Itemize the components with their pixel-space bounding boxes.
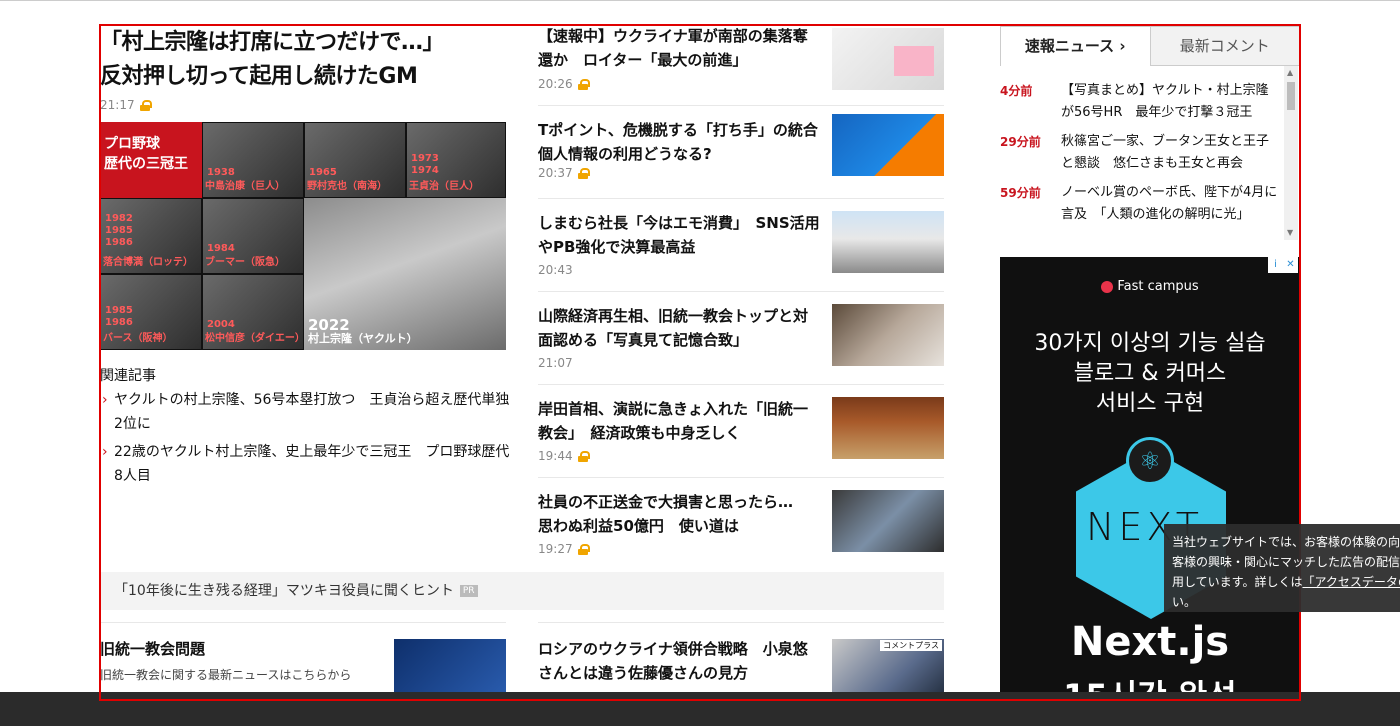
related-link[interactable]: 22歳のヤクルト村上宗隆、史上最年少で三冠王 プロ野球歴代8人目: [100, 440, 510, 488]
news-thumbnail[interactable]: [832, 490, 944, 552]
news-thumbnail[interactable]: [832, 211, 944, 273]
news-title[interactable]: 【速報中】ウクライナ軍が南部の集落奪還か ロイター「最大の前進」: [538, 24, 822, 72]
sidebar-tabs: 速報ニュース › 最新コメント: [1000, 26, 1300, 66]
feed-scrollbar[interactable]: ▲ ▼: [1284, 66, 1298, 240]
news-time-row: 19:44: [538, 449, 590, 463]
topic-card[interactable]: 旧統一教会問題 旧統一教会に関する最新ニュースはこちらから: [100, 622, 506, 701]
pr-text[interactable]: 「10年後に生き残る経理」マツキヨ役員に聞くヒント: [114, 583, 454, 599]
feed-item[interactable]: 29分前 秋篠宮ご一家、ブータン王女と王子と懇談 悠仁さまも王女と再会: [1000, 117, 1300, 171]
lead-image[interactable]: プロ野球 歴代の三冠王 1938 中島治康（巨人） 1965 野村克也（南海） …: [100, 122, 506, 350]
chevron-right-icon: ›: [1119, 37, 1126, 55]
brand-logo-icon: [1101, 280, 1114, 293]
lock-icon: [577, 543, 590, 555]
comment-plus-tag: コメントプラス: [880, 640, 942, 651]
news-title[interactable]: しまむら社長「今はエモ消費」 SNS活用やPB強化で決算最高益: [538, 211, 822, 259]
featured-player: 2022 村上宗隆（ヤクルト）: [304, 198, 506, 350]
related-articles: 関連記事 ヤクルトの村上宗隆、56号本塁打放つ 王貞治ら超え歴代単独2位に 22…: [100, 366, 510, 492]
lock-icon: [577, 167, 590, 179]
news-thumbnail[interactable]: [832, 304, 944, 366]
news-item[interactable]: 社員の不正送金で大損害と思ったら… 思わぬ利益50億円 使い道は 19:27: [538, 490, 944, 570]
player-cell: 1938 中島治康（巨人）: [202, 122, 304, 198]
bottom-bar: [0, 692, 1400, 726]
ad-headline: 30가지 이상의 기능 실습 블로그 & 커머스 서비스 구현: [1034, 331, 1266, 416]
news-thumbnail[interactable]: [832, 397, 944, 459]
player-cell: 1982 1985 1986 落合博満（ロッテ）: [100, 198, 202, 274]
player-cell: 1973 1974 王貞治（巨人）: [406, 122, 506, 198]
lead-image-banner: プロ野球 歴代の三冠王: [100, 122, 202, 198]
player-cell: 1984 ブーマー（阪急）: [202, 198, 304, 274]
news-item[interactable]: ロシアのウクライナ領併合戦略 小泉悠さんとは違う佐藤優さんの見方 コメントプラス: [538, 622, 944, 701]
news-list: 【速報中】ウクライナ軍が南部の集落奪還か ロイター「最大の前進」 20:26 T…: [538, 24, 944, 570]
player-cell: 2004 松中信彦（ダイエー）: [202, 274, 305, 350]
lead-title-line2[interactable]: 反対押し切って起用し続けたGM: [100, 60, 510, 94]
scroll-up-icon[interactable]: ▲: [1287, 68, 1293, 78]
news-thumbnail[interactable]: [832, 114, 944, 176]
player-cell: 1965 野村克也（南海）: [304, 122, 406, 198]
feed-time: 59分前: [1000, 186, 1041, 200]
lead-story[interactable]: 「村上宗隆は打席に立つだけで…」 反対押し切って起用し続けたGM 21:17: [100, 26, 510, 112]
access-data-link[interactable]: 「アクセスデータの: [1302, 575, 1400, 589]
news-title[interactable]: 社員の不正送金で大損害と思ったら… 思わぬ利益50億円 使い道は: [538, 490, 822, 538]
related-link[interactable]: ヤクルトの村上宗隆、56号本塁打放つ 王貞治ら超え歴代単独2位に: [100, 388, 510, 436]
feed-text[interactable]: ノーベル賞のペーボ氏、陛下が4月に言及 「人類の進化の解明に光」: [1061, 182, 1281, 226]
news-item[interactable]: 岸田首相、演説に急きょ入れた「旧統一教会」 経済政策も中身乏しく 19:44: [538, 397, 944, 478]
lead-title-line1[interactable]: 「村上宗隆は打席に立つだけで…」: [100, 26, 510, 60]
news-time-row: 20:43: [538, 263, 573, 277]
news-time-row: 20:26: [538, 77, 590, 91]
lock-icon: [577, 450, 590, 462]
feed-item[interactable]: 4分前 【写真まとめ】ヤクルト・村上宗隆が56号HR 最年少で打撃３冠王: [1000, 66, 1300, 120]
scroll-down-icon[interactable]: ▼: [1287, 228, 1293, 238]
ad-choices[interactable]: i ✕: [1268, 257, 1298, 273]
news-title[interactable]: 岸田首相、演説に急きょ入れた「旧統一教会」 経済政策も中身乏しく: [538, 397, 822, 445]
top-divider: [0, 0, 1400, 1]
news-thumbnail[interactable]: [832, 28, 944, 90]
tab-breaking-news[interactable]: 速報ニュース ›: [1000, 26, 1151, 66]
player-cell: 1985 1986 バース（阪神）: [100, 274, 202, 350]
news-item[interactable]: Tポイント、危機脱する「打ち手」の統合 個人情報の利用どうなる? 20:37: [538, 114, 944, 199]
feed-time: 4分前: [1000, 84, 1033, 98]
lead-title[interactable]: 「村上宗隆は打席に立つだけで…」 反対押し切って起用し続けたGM: [100, 26, 510, 94]
feed-time: 29分前: [1000, 135, 1041, 149]
news-title[interactable]: ロシアのウクライナ領併合戦略 小泉悠さんとは違う佐藤優さんの見方: [538, 637, 822, 685]
news-item[interactable]: しまむら社長「今はエモ消費」 SNS活用やPB強化で決算最高益 20:43: [538, 211, 944, 292]
advertisement[interactable]: Fast campus 30가지 이상의 기능 실습 블로그 & 커머스 서비스…: [1000, 257, 1300, 697]
feed-item[interactable]: 59分前 ノーベル賞のペーボ氏、陛下が4月に言及 「人類の進化の解明に光」: [1000, 168, 1300, 222]
lock-icon: [577, 78, 590, 90]
news-item[interactable]: 【速報中】ウクライナ軍が南部の集落奪還か ロイター「最大の前進」 20:26: [538, 24, 944, 106]
close-icon[interactable]: ✕: [1283, 257, 1298, 273]
lock-icon: [139, 99, 152, 111]
pr-link[interactable]: 「10年後に生き残る経理」マツキヨ役員に聞くヒント PR: [100, 572, 944, 610]
related-heading: 関連記事: [100, 368, 156, 384]
react-icon: ⚛: [1126, 437, 1174, 485]
cookie-notice-tooltip: 当社ウェブサイトでは、お客様の体験の向上 客様の興味・関心にマッチした広告の配信…: [1164, 524, 1400, 612]
tab-latest-comments[interactable]: 最新コメント: [1150, 26, 1300, 66]
news-title[interactable]: 山際経済再生相、旧統一教会トップと対面認める「写真見て記憶合致」: [538, 304, 822, 352]
pr-badge: PR: [459, 585, 478, 597]
news-item[interactable]: 山際経済再生相、旧統一教会トップと対面認める「写真見て記憶合致」 21:07: [538, 304, 944, 385]
lead-time: 21:17: [100, 98, 135, 112]
ad-brand: Fast campus: [1000, 279, 1300, 294]
scrollbar-thumb[interactable]: [1287, 82, 1295, 110]
news-time-row: 20:37: [538, 166, 590, 180]
ad-title: Next.js: [1070, 619, 1230, 665]
info-icon[interactable]: i: [1268, 257, 1283, 273]
lead-time-row: 21:17: [100, 98, 510, 112]
breaking-news-feed: 4分前 【写真まとめ】ヤクルト・村上宗隆が56号HR 最年少で打撃３冠王 29分…: [1000, 66, 1300, 240]
news-title[interactable]: Tポイント、危機脱する「打ち手」の統合 個人情報の利用どうなる?: [538, 118, 833, 166]
news-time-row: 19:27: [538, 542, 590, 556]
news-time-row: 21:07: [538, 356, 573, 370]
